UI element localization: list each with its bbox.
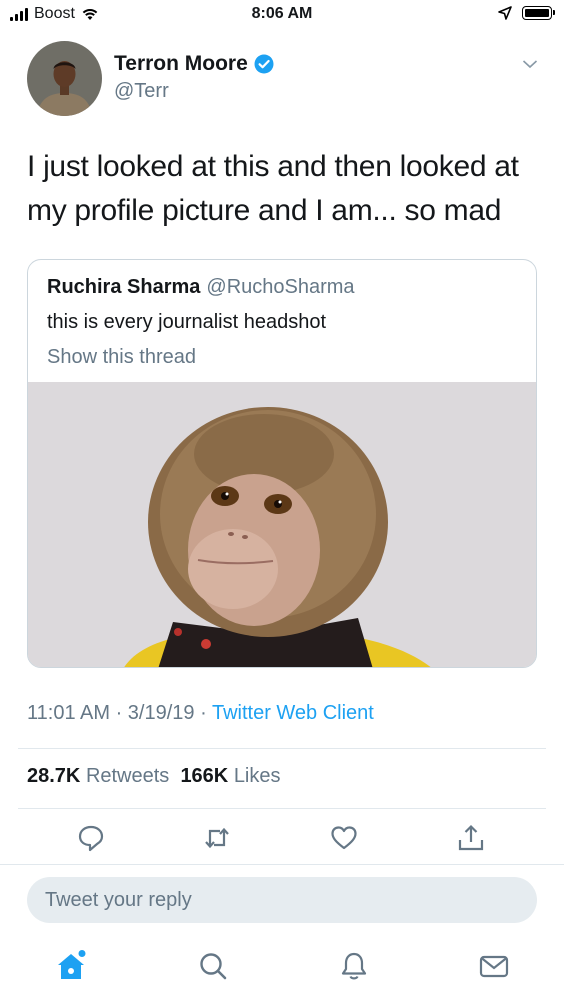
- retweets-count[interactable]: 28.7K: [27, 765, 80, 787]
- status-bar: Boost 8:06 AM: [0, 0, 564, 28]
- bottom-tab-bar: [0, 940, 564, 1002]
- retweets-label[interactable]: Retweets: [86, 765, 169, 787]
- quoted-tweet-text: this is every journalist headshot: [47, 311, 327, 333]
- battery-icon: [522, 6, 555, 20]
- divider: [18, 748, 546, 749]
- notifications-icon[interactable]: [338, 950, 370, 982]
- quoted-tweet-header: Ruchira Sharma @RuchoSharma: [47, 276, 355, 299]
- clock: 8:06 AM: [251, 5, 313, 22]
- likes-label[interactable]: Likes: [234, 765, 281, 787]
- show-thread-link[interactable]: Show this thread: [47, 346, 196, 369]
- status-icons: [498, 6, 555, 20]
- tweet-timestamp: 11:01 AM · 3/19/19 ·: [27, 702, 207, 724]
- search-icon[interactable]: [197, 950, 229, 982]
- like-icon[interactable]: [330, 824, 358, 852]
- avatar[interactable]: [27, 41, 102, 116]
- share-icon[interactable]: [457, 824, 485, 852]
- verified-badge-icon: [254, 54, 274, 74]
- reply-input[interactable]: Tweet your reply: [27, 877, 537, 923]
- tweet-meta: 11:01 AM · 3/19/19 · Twitter Web Client: [27, 702, 374, 725]
- tweet-text: I just looked at this and then looked at…: [27, 150, 519, 227]
- author-handle[interactable]: @Terr: [114, 80, 169, 103]
- reply-icon[interactable]: [77, 824, 105, 852]
- messages-icon[interactable]: [478, 950, 510, 982]
- quoted-tweet-image[interactable]: [28, 382, 536, 667]
- tweet-source-link[interactable]: Twitter Web Client: [212, 702, 374, 724]
- divider: [0, 864, 564, 865]
- author-name[interactable]: Terron Moore: [114, 52, 274, 76]
- tweet-stats: 28.7K Retweets 166K Likes: [27, 765, 281, 788]
- retweet-icon[interactable]: [203, 824, 231, 852]
- quoted-author-handle: @RuchoSharma: [206, 276, 355, 298]
- location-icon: [498, 6, 512, 20]
- quoted-author-name: Ruchira Sharma: [47, 276, 201, 298]
- quoted-tweet[interactable]: Ruchira Sharma @RuchoSharma this is every…: [27, 259, 537, 668]
- chevron-down-icon[interactable]: [522, 58, 538, 70]
- divider: [18, 808, 546, 809]
- home-icon[interactable]: [55, 950, 87, 982]
- author-name-text[interactable]: Terron Moore: [114, 52, 248, 76]
- likes-count[interactable]: 166K: [180, 765, 228, 787]
